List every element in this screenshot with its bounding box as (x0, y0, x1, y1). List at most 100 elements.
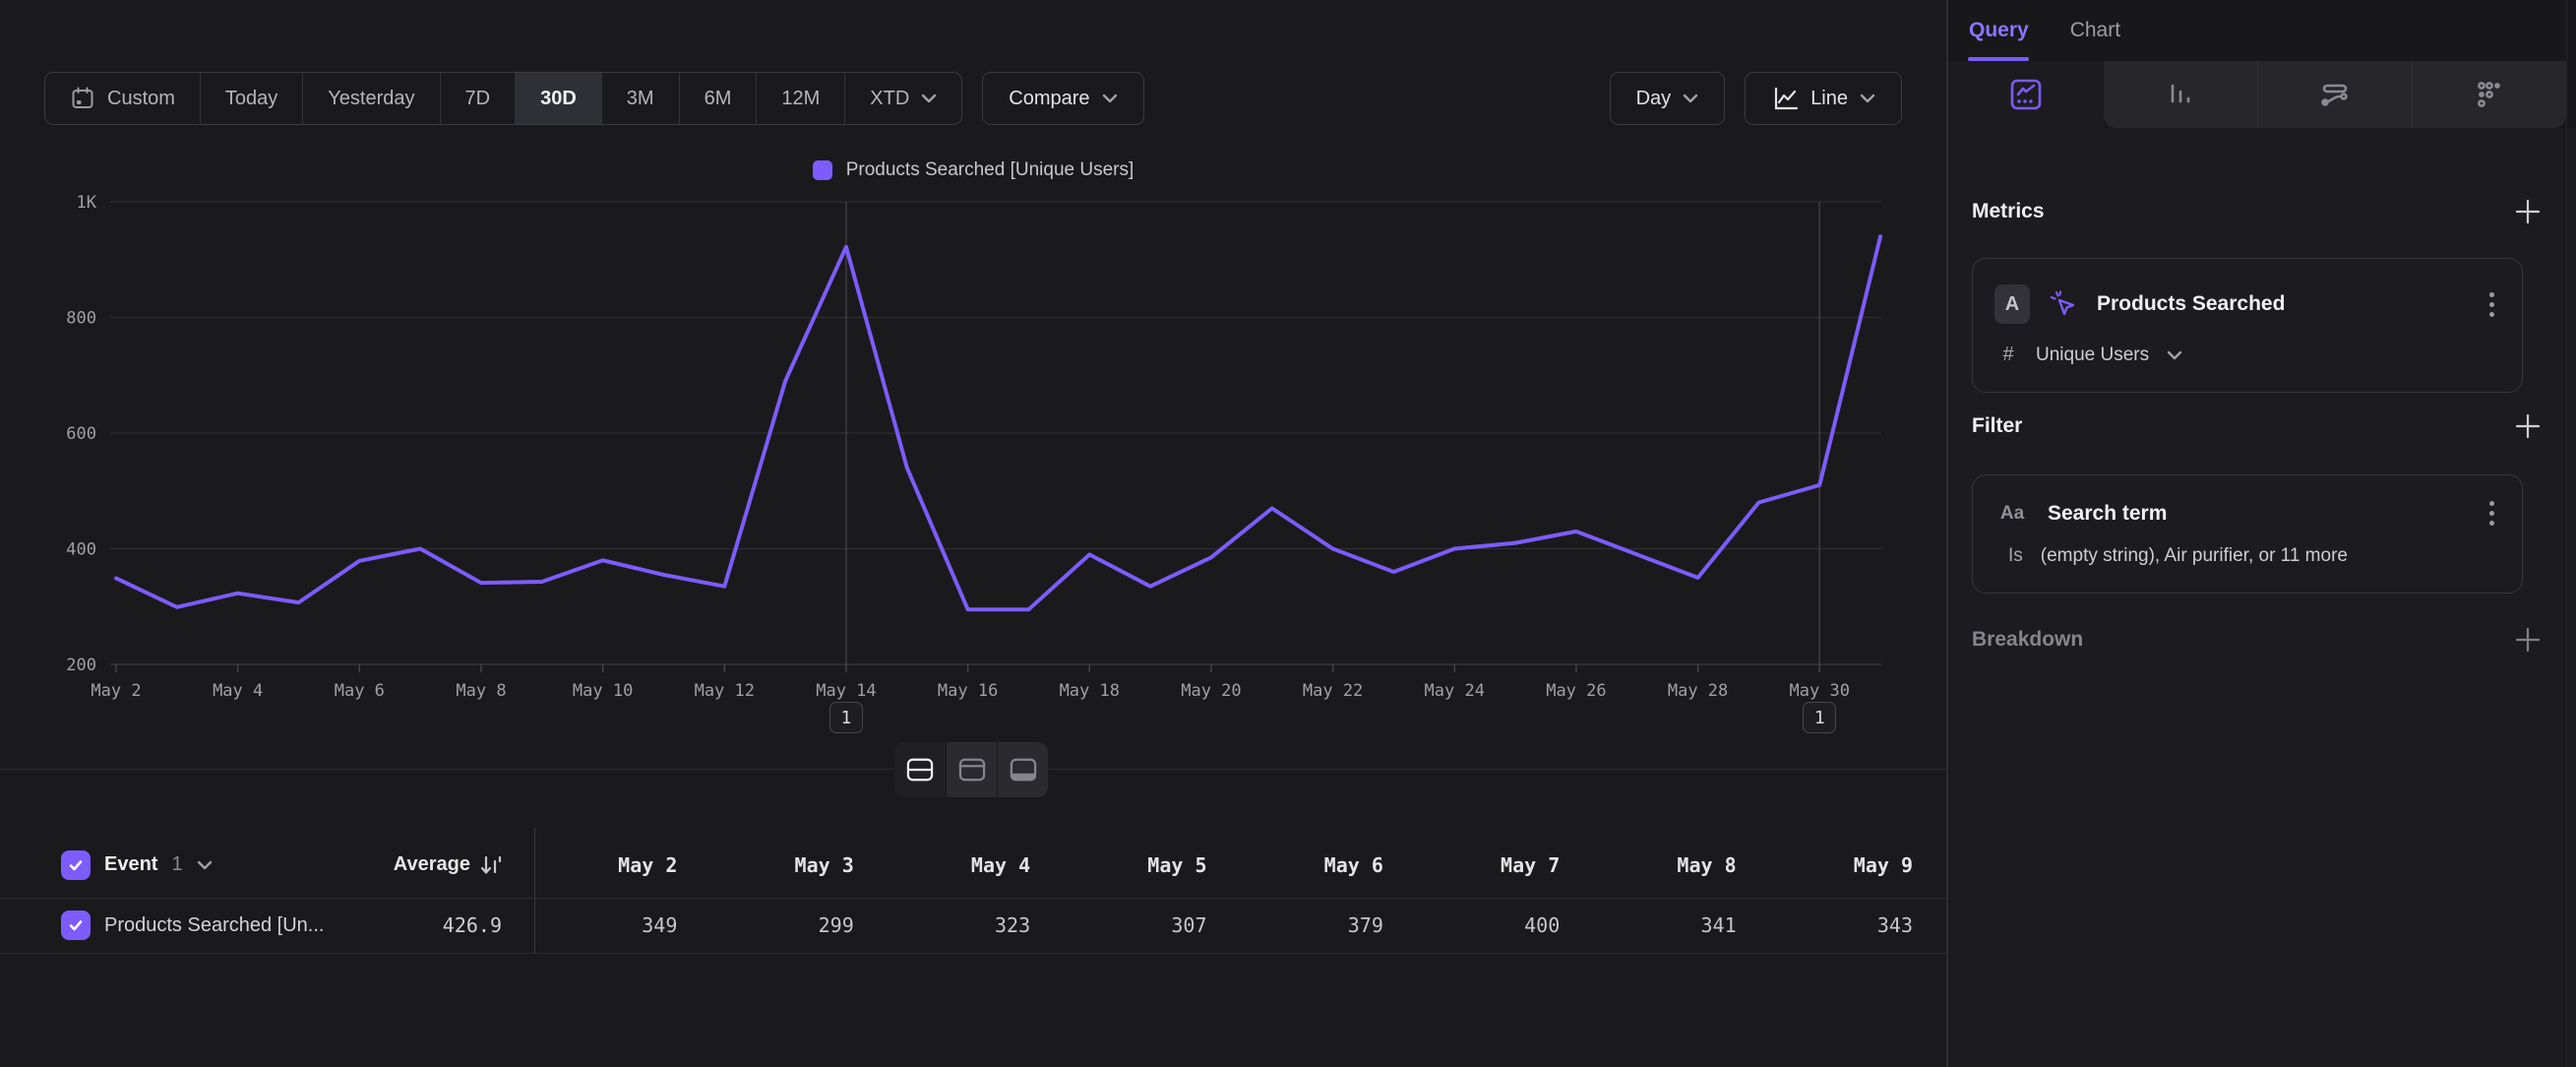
tab-chart[interactable]: Chart (2070, 19, 2120, 42)
date-column-header[interactable]: May 4 (888, 853, 1064, 877)
table-header-row: Event 1 Average May 2May 3May 4May 5May … (0, 832, 1946, 898)
chart-only-icon (957, 757, 987, 783)
x-axis-tick-label: May 4 (213, 681, 263, 701)
annotation-badge[interactable]: 1 (829, 702, 863, 733)
view-type-tabs (1948, 61, 2576, 128)
view-tab-bar-chart[interactable] (2104, 61, 2257, 128)
event-column-header: Event (104, 853, 157, 876)
metric-card[interactable]: A Products Searched # Unique Users (1972, 258, 2523, 393)
range-button-3m[interactable]: 3M (601, 73, 679, 124)
metrics-section-header: Metrics (1972, 197, 2543, 226)
cell-value: 349 (534, 913, 710, 937)
retention-grid-icon (2472, 77, 2507, 112)
add-filter-button[interactable] (2513, 411, 2543, 441)
filter-value-selector[interactable]: Is (empty string), Air purifier, or 11 m… (1973, 535, 2522, 593)
scrollbar-gutter[interactable] (2566, 0, 2567, 1067)
row-event-name: Products Searched [Un... (104, 914, 324, 937)
cell-value: 341 (1593, 913, 1769, 937)
metric-letter-badge: A (1994, 284, 2030, 324)
metric-options-menu[interactable] (2489, 292, 2500, 317)
series-line[interactable] (116, 236, 1880, 609)
view-tab-flows[interactable] (2257, 61, 2412, 128)
layout-table-only-button[interactable] (997, 742, 1048, 797)
x-axis-tick-label: May 24 (1425, 681, 1485, 701)
y-axis-tick-label: 400 (66, 540, 96, 560)
chart-legend[interactable]: Products Searched [Unique Users] (0, 159, 1946, 181)
insights-line-chart-icon (2008, 77, 2044, 112)
date-column-header[interactable]: May 5 (1064, 853, 1240, 877)
range-button-6m[interactable]: 6M (679, 73, 757, 124)
range-button-7d[interactable]: 7D (440, 73, 516, 124)
x-axis-tick-label: May 6 (335, 681, 385, 701)
view-tab-retention[interactable] (2412, 61, 2566, 128)
filter-card[interactable]: Aa Search term Is (empty string), Air pu… (1972, 474, 2523, 594)
chevron-down-icon (1102, 94, 1118, 103)
row-checkbox[interactable] (61, 910, 91, 940)
date-column-header[interactable]: May 7 (1417, 853, 1593, 877)
tab-query[interactable]: Query (1969, 19, 2029, 42)
inactive-view-tabs (2104, 61, 2566, 128)
select-all-checkbox[interactable] (61, 850, 91, 880)
cell-value: 323 (888, 913, 1064, 937)
date-column-header[interactable]: May 9 (1770, 853, 1946, 877)
date-column-header[interactable]: May 2 (534, 853, 710, 877)
y-axis-tick-label: 600 (66, 424, 96, 444)
bar-chart-icon (2163, 77, 2198, 112)
x-axis-tick-label: May 22 (1303, 681, 1363, 701)
layout-toggle-group (894, 742, 1048, 797)
add-metric-button[interactable] (2513, 197, 2543, 226)
range-button-xtd[interactable]: XTD (844, 73, 961, 124)
table-row[interactable]: Products Searched [Un... 426.9 349299323… (0, 898, 1946, 953)
x-axis-tick-label: May 30 (1790, 681, 1850, 701)
date-column-header[interactable]: May 3 (710, 853, 887, 877)
metric-event-name: Products Searched (2097, 292, 2472, 316)
granularity-label: Day (1636, 88, 1672, 110)
view-tab-insights[interactable] (1948, 61, 2104, 128)
legend-label: Products Searched [Unique Users] (846, 159, 1135, 181)
line-chart-icon (1771, 86, 1799, 111)
calendar-icon (70, 86, 95, 111)
cell-value: 400 (1417, 913, 1593, 937)
cell-value: 379 (1241, 913, 1417, 937)
table-only-icon (1009, 757, 1038, 783)
metric-measure-selector[interactable]: # Unique Users (1973, 334, 2522, 392)
add-breakdown-button[interactable] (2513, 625, 2543, 655)
filter-options-menu[interactable] (2489, 501, 2500, 526)
date-column-header[interactable]: May 6 (1241, 853, 1417, 877)
range-button-12m[interactable]: 12M (756, 73, 844, 124)
filter-title: Filter (1972, 414, 2022, 438)
filter-property-name: Search term (2048, 502, 2472, 526)
chart-toolbar: CustomTodayYesterday7D30D3M6M12MXTD Comp… (44, 72, 1902, 125)
chevron-down-icon (921, 94, 937, 103)
flows-icon (2317, 77, 2353, 112)
event-count: 1 (171, 853, 182, 876)
x-axis-tick-label: May 14 (816, 681, 876, 701)
range-button-yesterday[interactable]: Yesterday (302, 73, 439, 124)
layout-split-button[interactable] (894, 742, 946, 797)
range-button-today[interactable]: Today (200, 73, 302, 124)
range-button-custom[interactable]: Custom (45, 73, 200, 124)
chart-type-button[interactable]: Line (1745, 72, 1902, 125)
chevron-down-icon[interactable] (197, 860, 213, 870)
breakdown-section-header: Breakdown (1972, 625, 2543, 655)
date-column-header[interactable]: May 8 (1593, 853, 1769, 877)
filter-value: (empty string), Air purifier, or 11 more (2041, 545, 2348, 567)
chevron-down-icon (2167, 350, 2182, 360)
y-axis-tick-label: 800 (66, 309, 96, 329)
breakdown-table: Event 1 Average May 2May 3May 4May 5May … (0, 832, 1946, 953)
layout-chart-only-button[interactable] (946, 742, 997, 797)
compare-button[interactable]: Compare (982, 72, 1143, 125)
row-average-value: 426.9 (443, 913, 502, 937)
column-divider (534, 828, 535, 954)
average-column-header[interactable]: Average (339, 853, 502, 877)
hash-icon: # (1998, 344, 2018, 366)
chart-plot-area[interactable]: 1K800600400200May 2May 4May 6May 8May 10… (0, 138, 1946, 743)
cell-value: 307 (1064, 913, 1240, 937)
y-axis-tick-label: 1K (77, 193, 97, 213)
x-axis-tick-label: May 18 (1060, 681, 1120, 701)
chevron-down-icon (1683, 94, 1698, 103)
metrics-title: Metrics (1972, 200, 2045, 223)
granularity-button[interactable]: Day (1610, 72, 1726, 125)
range-button-30d[interactable]: 30D (515, 73, 601, 124)
annotation-badge[interactable]: 1 (1803, 702, 1836, 733)
